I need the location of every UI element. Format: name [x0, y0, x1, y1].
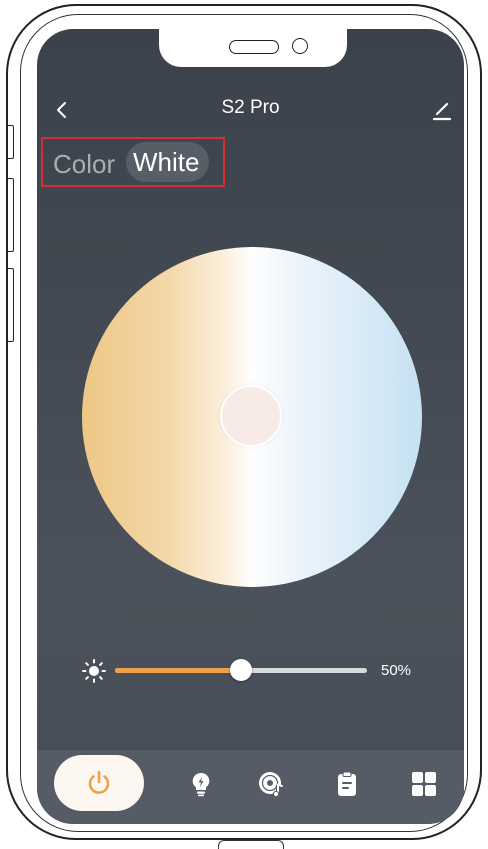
camera-icon — [292, 38, 308, 54]
app-screen: S2 Pro Color White 50% — [37, 29, 464, 824]
brightness-slider[interactable] — [115, 659, 367, 681]
brightness-slider-fill — [115, 668, 241, 673]
music-disc-icon[interactable] — [257, 770, 285, 798]
speaker-icon — [229, 40, 279, 54]
tab-white[interactable]: White — [126, 142, 210, 182]
page-title: S2 Pro — [221, 97, 280, 118]
mode-tabs: Color White — [41, 137, 225, 187]
device-frame: S2 Pro Color White 50% — [0, 0, 488, 849]
grid-icon[interactable] — [410, 770, 438, 798]
brightness-slider-thumb[interactable] — [230, 659, 252, 681]
color-picker-handle[interactable] — [220, 385, 282, 447]
pencil-icon[interactable] — [431, 99, 453, 123]
volume-down-button — [8, 268, 14, 342]
home-indicator-nub — [218, 840, 284, 849]
tab-color[interactable]: Color — [53, 149, 115, 180]
brightness-value: 50% — [381, 662, 412, 679]
sun-icon — [82, 659, 106, 683]
color-temperature-wheel[interactable] — [82, 247, 422, 587]
clipboard-icon[interactable] — [333, 770, 361, 798]
volume-up-button — [8, 178, 14, 252]
power-icon — [88, 770, 110, 794]
power-button[interactable] — [54, 755, 144, 811]
mute-switch — [8, 125, 14, 159]
bottom-nav — [37, 750, 464, 824]
bulb-icon[interactable] — [187, 770, 215, 798]
